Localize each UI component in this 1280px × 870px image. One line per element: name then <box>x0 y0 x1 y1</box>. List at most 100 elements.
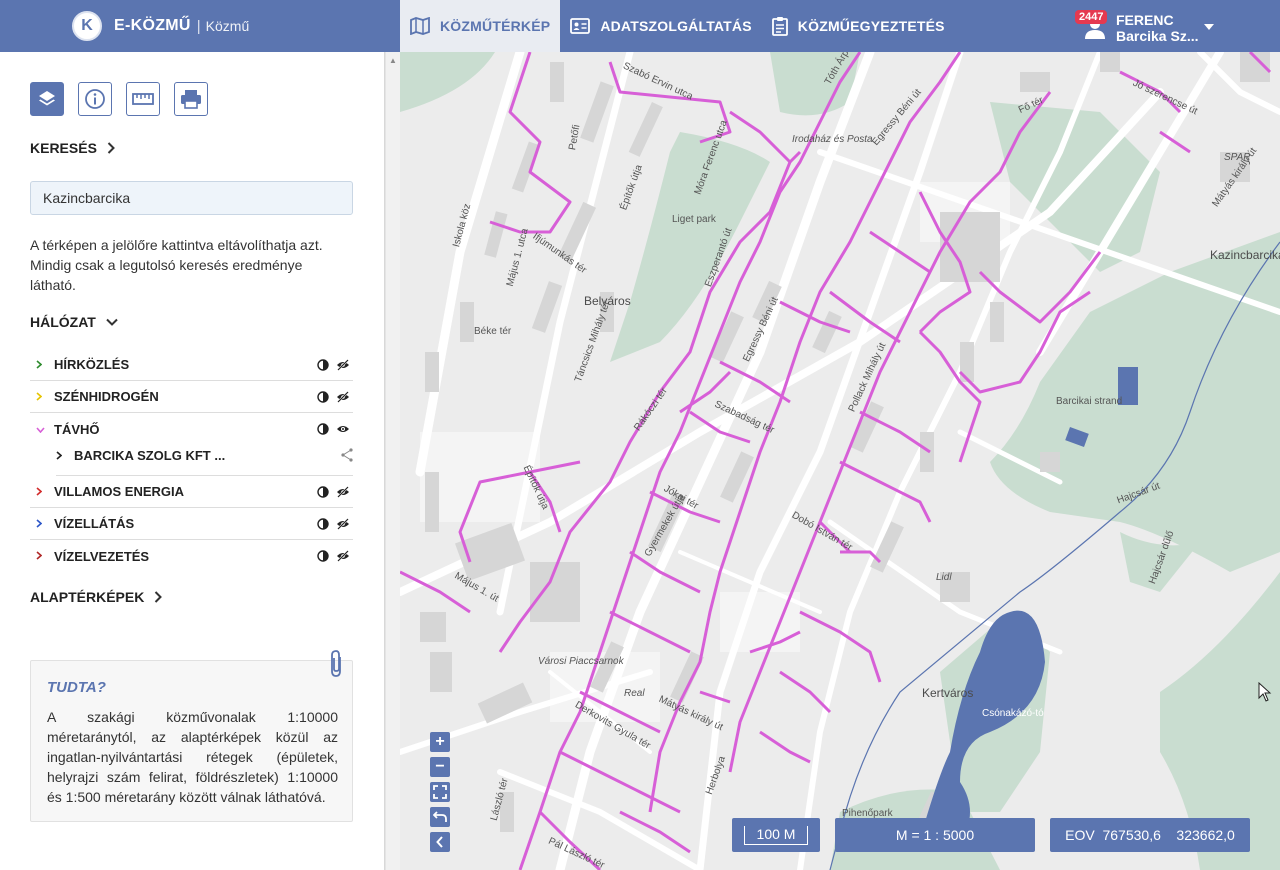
search-input[interactable] <box>30 181 353 215</box>
tab-kozmuterkep[interactable]: KÖZMŰTÉRKÉP <box>400 0 561 52</box>
expand-icon <box>433 785 447 799</box>
map-canvas <box>400 52 1280 870</box>
layer-label: SZÉNHIDROGÉN <box>54 389 159 404</box>
map-label: Kazincbarcika <box>1210 248 1280 262</box>
layer-row-hirkozles[interactable]: HÍRKÖZLÉS <box>30 349 353 381</box>
info-button[interactable] <box>78 82 112 116</box>
chevron-down-icon[interactable] <box>1204 24 1214 30</box>
tab-label: ADATSZOLGÁLTATÁS <box>600 18 752 34</box>
collapse-button[interactable] <box>430 832 450 852</box>
chevron-right-icon[interactable] <box>56 450 62 460</box>
scale-ratio[interactable]: M = 1 : 5000 <box>835 818 1035 852</box>
tab-kozmuegyeztetes[interactable]: KÖZMŰEGYEZTETÉS <box>762 0 955 52</box>
layers-button[interactable] <box>30 82 64 116</box>
sidebar-toolbar <box>30 82 222 116</box>
eye-off-icon[interactable] <box>333 485 353 498</box>
plus-icon: + <box>435 733 445 750</box>
sidebar-scrollbar[interactable]: ▲ <box>385 52 400 870</box>
sublayer-row-barcika[interactable]: BARCIKA SZOLG KFT ... <box>56 440 353 470</box>
eye-icon[interactable] <box>333 424 353 434</box>
measure-button[interactable] <box>126 82 160 116</box>
opacity-icon[interactable] <box>313 390 333 403</box>
coordinate-readout: EOV 767530,6 323662,0 <box>1050 818 1250 852</box>
chevron-right-icon[interactable] <box>30 517 54 531</box>
layer-row-vizelvezetes[interactable]: VÍZELVEZETÉS <box>30 540 353 572</box>
layer-row-szenhidrogen[interactable]: SZÉNHIDROGÉN <box>30 381 353 413</box>
layer-label: VÍZELVEZETÉS <box>54 548 150 564</box>
tip-box: TUDTA? A szakági közművonalak 1:10000 mé… <box>30 650 353 822</box>
share-icon[interactable] <box>341 448 353 462</box>
chevron-right-icon[interactable] <box>30 358 54 372</box>
map-label: Béke tér <box>474 326 512 337</box>
app-name: E-KÖZMŰ <box>114 17 191 34</box>
chevron-right-icon[interactable] <box>30 549 54 563</box>
basemaps-section-title: ALAPTÉRKÉPEK <box>30 589 145 605</box>
opacity-icon[interactable] <box>313 485 333 498</box>
network-section-title: HÁLÓZAT <box>30 314 96 330</box>
opacity-icon[interactable] <box>313 423 333 435</box>
map-icon <box>410 17 430 35</box>
print-icon <box>181 90 201 109</box>
zoom-in-button[interactable]: + <box>430 732 450 752</box>
scale-bar-label: 100 M <box>743 825 809 845</box>
coordinate-label: EOV 767530,6 323662,0 <box>1065 827 1235 843</box>
id-card-icon <box>570 18 591 34</box>
network-section-header[interactable]: HÁLÓZAT <box>30 314 118 330</box>
map-label: Barcikai strand <box>1056 396 1123 407</box>
cursor-icon <box>1258 682 1272 702</box>
scale-bar: 100 M <box>732 818 820 852</box>
tab-label: KÖZMŰTÉRKÉP <box>440 18 551 34</box>
opacity-icon[interactable] <box>313 550 333 562</box>
map-label: Real <box>624 688 645 699</box>
print-button[interactable] <box>174 82 208 116</box>
opacity-icon[interactable] <box>313 358 333 371</box>
info-icon <box>85 89 105 109</box>
tip-text: A szakági közművonalak 1:10000 méretarán… <box>47 709 338 805</box>
search-section-header[interactable]: KERESÉS <box>30 140 115 156</box>
layer-label: VILLAMOS ENERGIA <box>54 484 185 499</box>
layer-row-villamos-energia[interactable]: VILLAMOS ENERGIA <box>30 476 353 508</box>
zoom-out-button[interactable]: − <box>430 757 450 777</box>
app-subtitle: Közmű <box>205 18 250 34</box>
map-view[interactable]: Szabó Ervin utca Tóth Árp Egressy Béni ú… <box>400 52 1280 870</box>
search-info-text: A térképen a jelölőre kattintva eltávolí… <box>30 237 323 293</box>
search-section-title: KERESÉS <box>30 140 97 156</box>
basemaps-section-header[interactable]: ALAPTÉRKÉPEK <box>30 589 163 605</box>
map-label: Városi Piaccsarnok <box>538 656 624 667</box>
eye-off-icon[interactable] <box>333 517 353 530</box>
chevron-right-icon[interactable] <box>30 390 54 404</box>
chevron-right-icon <box>155 591 163 603</box>
layer-row-vizellatas[interactable]: VÍZELLÁTÁS <box>30 508 353 540</box>
undo-icon <box>433 811 447 822</box>
chevron-down-icon <box>106 318 118 326</box>
chevron-down-icon[interactable] <box>30 422 54 436</box>
eye-off-icon[interactable] <box>333 358 353 371</box>
layer-label: HÍRKÖZLÉS <box>54 357 130 372</box>
paperclip-icon <box>331 650 341 677</box>
map-label: Csónakázó-tó <box>982 708 1044 719</box>
main-tabs: KÖZMŰTÉRKÉP ADATSZOLGÁLTATÁS KÖZMŰEGYEZT… <box>400 0 955 52</box>
brand[interactable]: K E-KÖZMŰ | Közmű <box>72 11 249 41</box>
chevron-right-icon <box>107 142 115 154</box>
scroll-up-arrow[interactable]: ▲ <box>389 56 397 65</box>
opacity-icon[interactable] <box>313 517 333 530</box>
map-label: Lidl <box>936 572 952 583</box>
map-label: Liget park <box>672 214 716 225</box>
back-button[interactable] <box>430 807 450 827</box>
scale-ratio-label: M = 1 : 5000 <box>895 827 975 843</box>
map-label: Irodaház és Posta <box>792 134 873 145</box>
sublayer-label: BARCIKA SZOLG KFT ... <box>74 447 226 463</box>
tip-title: TUDTA? <box>47 679 106 696</box>
chevron-left-icon <box>436 836 443 848</box>
eye-off-icon[interactable] <box>333 390 353 403</box>
tab-adatszolgaltatas[interactable]: ADATSZOLGÁLTATÁS <box>560 0 761 52</box>
tab-label: KÖZMŰEGYEZTETÉS <box>797 18 945 34</box>
brand-separator: | <box>196 17 201 35</box>
clipboard-icon <box>771 17 788 36</box>
eye-off-icon[interactable] <box>333 550 353 562</box>
chevron-right-icon[interactable] <box>30 485 54 499</box>
layers-icon <box>39 91 55 106</box>
layer-label: TÁVHŐ <box>54 421 100 437</box>
minus-icon: − <box>435 758 445 775</box>
fit-extent-button[interactable] <box>430 782 450 802</box>
